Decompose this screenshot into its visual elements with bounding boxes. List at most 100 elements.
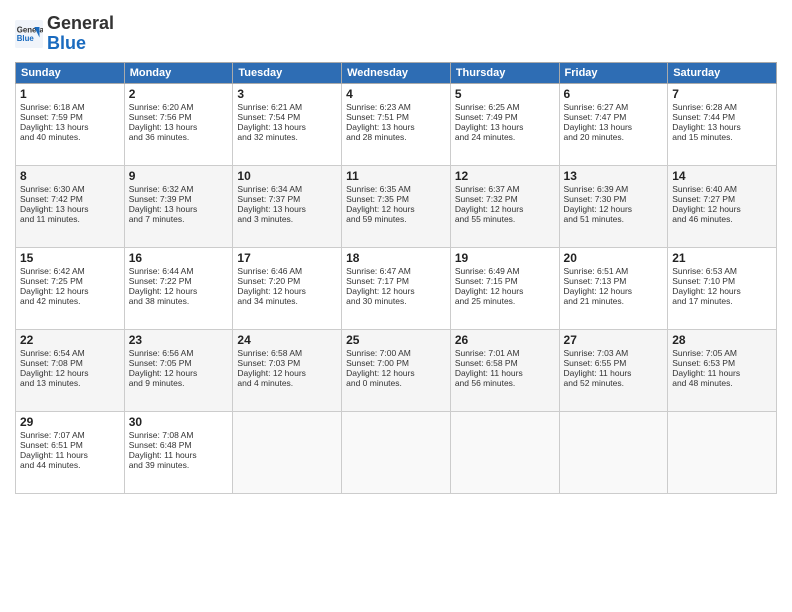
day-number: 7: [672, 87, 772, 101]
day-info-line: Sunrise: 6:28 AM: [672, 102, 772, 112]
day-info-line: and 48 minutes.: [672, 378, 772, 388]
day-info-line: and 11 minutes.: [20, 214, 120, 224]
calendar-cell: 5Sunrise: 6:25 AMSunset: 7:49 PMDaylight…: [450, 83, 559, 165]
day-info-line: and 44 minutes.: [20, 460, 120, 470]
day-info-line: and 40 minutes.: [20, 132, 120, 142]
day-info-line: Daylight: 12 hours: [20, 286, 120, 296]
day-info-line: and 36 minutes.: [129, 132, 229, 142]
day-number: 21: [672, 251, 772, 265]
day-number: 16: [129, 251, 229, 265]
day-header-tuesday: Tuesday: [233, 62, 342, 83]
calendar-cell: 17Sunrise: 6:46 AMSunset: 7:20 PMDayligh…: [233, 247, 342, 329]
day-info-line: Sunrise: 6:46 AM: [237, 266, 337, 276]
day-number: 13: [564, 169, 664, 183]
day-info-line: Sunset: 6:58 PM: [455, 358, 555, 368]
calendar-cell: 24Sunrise: 6:58 AMSunset: 7:03 PMDayligh…: [233, 329, 342, 411]
day-info-line: Sunrise: 6:20 AM: [129, 102, 229, 112]
calendar-cell: 9Sunrise: 6:32 AMSunset: 7:39 PMDaylight…: [124, 165, 233, 247]
day-header-monday: Monday: [124, 62, 233, 83]
day-info-line: Daylight: 12 hours: [237, 286, 337, 296]
day-number: 22: [20, 333, 120, 347]
day-number: 4: [346, 87, 446, 101]
calendar-page: General Blue General Blue SundayMondayTu…: [0, 0, 792, 612]
calendar-cell: 16Sunrise: 6:44 AMSunset: 7:22 PMDayligh…: [124, 247, 233, 329]
day-info-line: Daylight: 13 hours: [564, 122, 664, 132]
day-info-line: Sunrise: 7:08 AM: [129, 430, 229, 440]
day-number: 17: [237, 251, 337, 265]
day-info-line: Sunset: 7:10 PM: [672, 276, 772, 286]
day-info-line: Sunset: 6:53 PM: [672, 358, 772, 368]
day-info-line: and 17 minutes.: [672, 296, 772, 306]
calendar-cell: 30Sunrise: 7:08 AMSunset: 6:48 PMDayligh…: [124, 411, 233, 493]
day-info-line: Daylight: 12 hours: [455, 286, 555, 296]
day-info-line: Sunset: 7:49 PM: [455, 112, 555, 122]
day-info-line: and 24 minutes.: [455, 132, 555, 142]
day-info-line: and 38 minutes.: [129, 296, 229, 306]
calendar-cell: 14Sunrise: 6:40 AMSunset: 7:27 PMDayligh…: [668, 165, 777, 247]
day-info-line: Daylight: 12 hours: [564, 204, 664, 214]
day-info-line: and 30 minutes.: [346, 296, 446, 306]
day-number: 14: [672, 169, 772, 183]
day-info-line: Sunrise: 7:00 AM: [346, 348, 446, 358]
day-info-line: Daylight: 12 hours: [672, 204, 772, 214]
calendar-week-row: 15Sunrise: 6:42 AMSunset: 7:25 PMDayligh…: [16, 247, 777, 329]
calendar-cell: 22Sunrise: 6:54 AMSunset: 7:08 PMDayligh…: [16, 329, 125, 411]
day-info-line: Sunrise: 6:37 AM: [455, 184, 555, 194]
day-info-line: Daylight: 12 hours: [455, 204, 555, 214]
day-info-line: and 46 minutes.: [672, 214, 772, 224]
day-info-line: Sunrise: 6:53 AM: [672, 266, 772, 276]
day-number: 10: [237, 169, 337, 183]
calendar-week-row: 1Sunrise: 6:18 AMSunset: 7:59 PMDaylight…: [16, 83, 777, 165]
day-info-line: Daylight: 12 hours: [346, 204, 446, 214]
day-info-line: and 59 minutes.: [346, 214, 446, 224]
day-info-line: Sunset: 7:47 PM: [564, 112, 664, 122]
day-info-line: Daylight: 13 hours: [455, 122, 555, 132]
day-info-line: Sunrise: 7:07 AM: [20, 430, 120, 440]
day-info-line: and 3 minutes.: [237, 214, 337, 224]
calendar-cell: [342, 411, 451, 493]
day-number: 6: [564, 87, 664, 101]
day-info-line: Sunset: 7:17 PM: [346, 276, 446, 286]
day-info-line: and 9 minutes.: [129, 378, 229, 388]
calendar-cell: 19Sunrise: 6:49 AMSunset: 7:15 PMDayligh…: [450, 247, 559, 329]
day-info-line: Sunset: 7:25 PM: [20, 276, 120, 286]
day-info-line: and 28 minutes.: [346, 132, 446, 142]
day-info-line: Daylight: 13 hours: [20, 122, 120, 132]
day-info-line: Sunrise: 6:34 AM: [237, 184, 337, 194]
day-info-line: and 55 minutes.: [455, 214, 555, 224]
day-info-line: Sunrise: 6:23 AM: [346, 102, 446, 112]
logo-blue: Blue: [47, 33, 86, 53]
day-info-line: and 13 minutes.: [20, 378, 120, 388]
day-info-line: Daylight: 12 hours: [346, 368, 446, 378]
calendar-cell: 18Sunrise: 6:47 AMSunset: 7:17 PMDayligh…: [342, 247, 451, 329]
calendar-cell: 20Sunrise: 6:51 AMSunset: 7:13 PMDayligh…: [559, 247, 668, 329]
day-number: 15: [20, 251, 120, 265]
day-info-line: Sunrise: 7:03 AM: [564, 348, 664, 358]
day-header-thursday: Thursday: [450, 62, 559, 83]
day-info-line: Daylight: 13 hours: [237, 204, 337, 214]
day-number: 18: [346, 251, 446, 265]
calendar-cell: 25Sunrise: 7:00 AMSunset: 7:00 PMDayligh…: [342, 329, 451, 411]
calendar-body: 1Sunrise: 6:18 AMSunset: 7:59 PMDaylight…: [16, 83, 777, 493]
day-info-line: Sunrise: 6:40 AM: [672, 184, 772, 194]
day-header-friday: Friday: [559, 62, 668, 83]
day-number: 1: [20, 87, 120, 101]
day-info-line: and 51 minutes.: [564, 214, 664, 224]
calendar-cell: 29Sunrise: 7:07 AMSunset: 6:51 PMDayligh…: [16, 411, 125, 493]
day-number: 24: [237, 333, 337, 347]
calendar-cell: 13Sunrise: 6:39 AMSunset: 7:30 PMDayligh…: [559, 165, 668, 247]
day-number: 12: [455, 169, 555, 183]
day-header-wednesday: Wednesday: [342, 62, 451, 83]
day-info-line: Sunrise: 6:49 AM: [455, 266, 555, 276]
day-info-line: Sunrise: 6:30 AM: [20, 184, 120, 194]
calendar-week-row: 8Sunrise: 6:30 AMSunset: 7:42 PMDaylight…: [16, 165, 777, 247]
day-info-line: Daylight: 13 hours: [346, 122, 446, 132]
calendar-table: SundayMondayTuesdayWednesdayThursdayFrid…: [15, 62, 777, 494]
calendar-cell: [668, 411, 777, 493]
day-info-line: Sunrise: 6:42 AM: [20, 266, 120, 276]
day-number: 20: [564, 251, 664, 265]
day-info-line: Daylight: 12 hours: [129, 286, 229, 296]
logo-icon: General Blue: [15, 20, 43, 48]
calendar-header-row: SundayMondayTuesdayWednesdayThursdayFrid…: [16, 62, 777, 83]
day-info-line: Daylight: 13 hours: [129, 204, 229, 214]
